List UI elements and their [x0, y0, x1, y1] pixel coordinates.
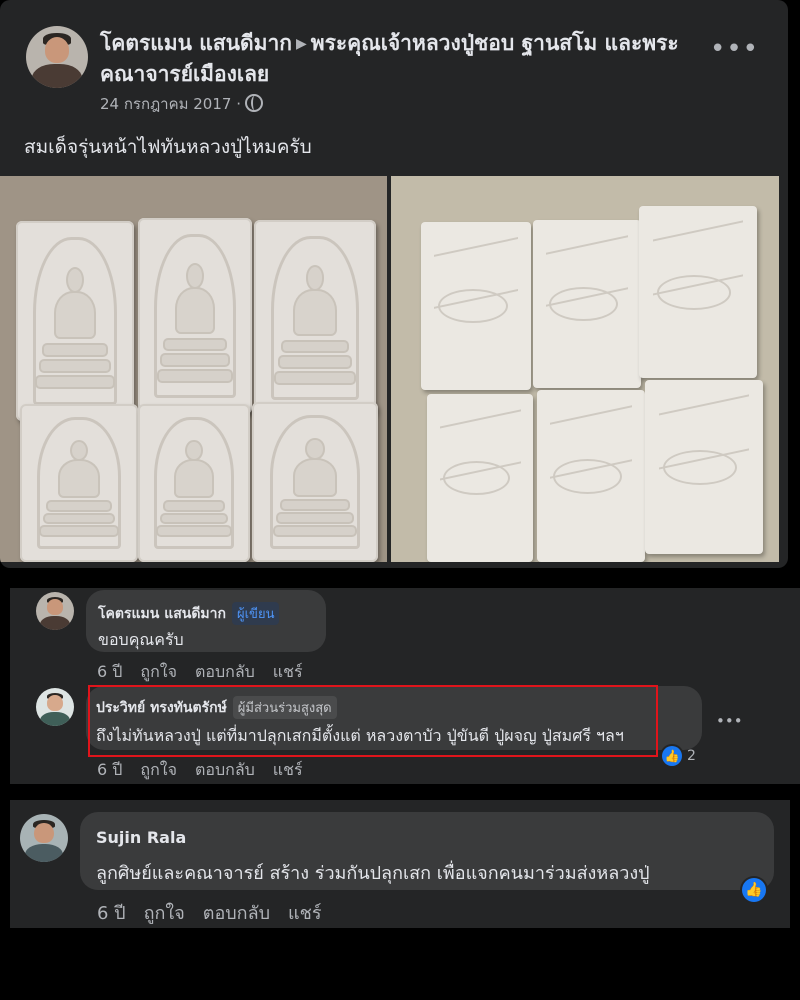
reaction-count[interactable]: 2 — [687, 748, 696, 764]
post-header: โคตรแมน แสนดีมาก ▶ พระคุณเจ้าหลวงปู่ชอบ ฐา… — [100, 28, 700, 89]
globe-icon — [244, 94, 263, 112]
thumbs-up-icon[interactable]: 👍 — [662, 746, 682, 766]
amulet-front — [16, 221, 134, 421]
post-date-text[interactable]: 24 กรกฎาคม 2017 · — [100, 95, 241, 113]
reply-button[interactable]: ตอบกลับ — [195, 760, 255, 779]
highlight-box — [88, 685, 658, 757]
amulet-front — [138, 218, 252, 414]
post-photo-front[interactable] — [0, 176, 387, 562]
comment-avatar[interactable] — [36, 688, 74, 726]
comment-avatar[interactable] — [20, 814, 68, 862]
like-button[interactable]: ถูกใจ — [144, 903, 185, 924]
amulet-back — [645, 380, 763, 554]
like-button[interactable]: ถูกใจ — [140, 662, 177, 681]
share-button[interactable]: แชร์ — [273, 662, 303, 681]
amulet-front — [138, 404, 250, 562]
post-card: โคตรแมน แสนดีมาก ▶ พระคุณเจ้าหลวงปู่ชอบ ฐา… — [0, 0, 788, 568]
amulet-front — [252, 402, 378, 562]
amulet-back — [421, 222, 531, 390]
comment-author[interactable]: โคตรแมน แสนดีมาก — [98, 606, 226, 622]
comment-bubble: โคตรแมน แสนดีมาก ผู้เขียน ขอบคุณครับ — [86, 590, 326, 652]
amulet-front — [254, 220, 376, 416]
share-button[interactable]: แชร์ — [273, 760, 303, 779]
comment-header: โคตรแมน แสนดีมาก ผู้เขียน — [98, 602, 280, 625]
post-author-avatar[interactable] — [26, 26, 88, 88]
like-button[interactable]: ถูกใจ — [140, 760, 177, 779]
share-button[interactable]: แชร์ — [288, 903, 322, 924]
thumbs-up-icon[interactable]: 👍 — [742, 878, 766, 902]
comment-bubble: Sujin Rala ลูกศิษย์และคณาจารย์ สร้าง ร่ว… — [80, 812, 774, 890]
comment-age[interactable]: 6 ปี — [97, 662, 122, 681]
more-options-icon[interactable]: ••• — [710, 34, 759, 64]
comment-age[interactable]: 6 ปี — [97, 903, 126, 924]
post-author-name[interactable]: โคตรแมน แสนดีมาก — [100, 31, 292, 55]
amulet-back — [533, 220, 641, 388]
post-message: สมเด็จรุ่นหน้าไฟทันหลวงปู่ไหมครับ — [24, 136, 312, 158]
comment-actions: 6 ปี ถูกใจ ตอบกลับ แชร์ — [97, 758, 321, 783]
amulet-back — [427, 394, 533, 562]
reply-button[interactable]: ตอบกลับ — [203, 903, 270, 924]
arrow-right-icon: ▶ — [295, 36, 307, 52]
reply-button[interactable]: ตอบกลับ — [195, 662, 255, 681]
post-photo-back[interactable] — [391, 176, 779, 562]
comment-avatar[interactable] — [36, 592, 74, 630]
amulet-front — [20, 404, 138, 562]
post-timestamp[interactable]: 24 กรกฎาคม 2017 · — [100, 92, 263, 116]
comment-age[interactable]: 6 ปี — [97, 760, 122, 779]
author-badge: ผู้เขียน — [232, 602, 280, 625]
more-options-icon[interactable]: ••• — [716, 712, 743, 730]
amulet-back — [537, 390, 645, 562]
comment-text: ลูกศิษย์และคณาจารย์ สร้าง ร่วมกันปลุกเสก… — [96, 863, 650, 884]
comment-actions: 6 ปี ถูกใจ ตอบกลับ แชร์ — [97, 898, 340, 927]
comment-text: ขอบคุณครับ — [98, 630, 184, 649]
comment-author[interactable]: Sujin Rala — [96, 828, 186, 847]
comment-actions: 6 ปี ถูกใจ ตอบกลับ แชร์ — [97, 660, 321, 685]
amulet-back — [639, 206, 757, 378]
